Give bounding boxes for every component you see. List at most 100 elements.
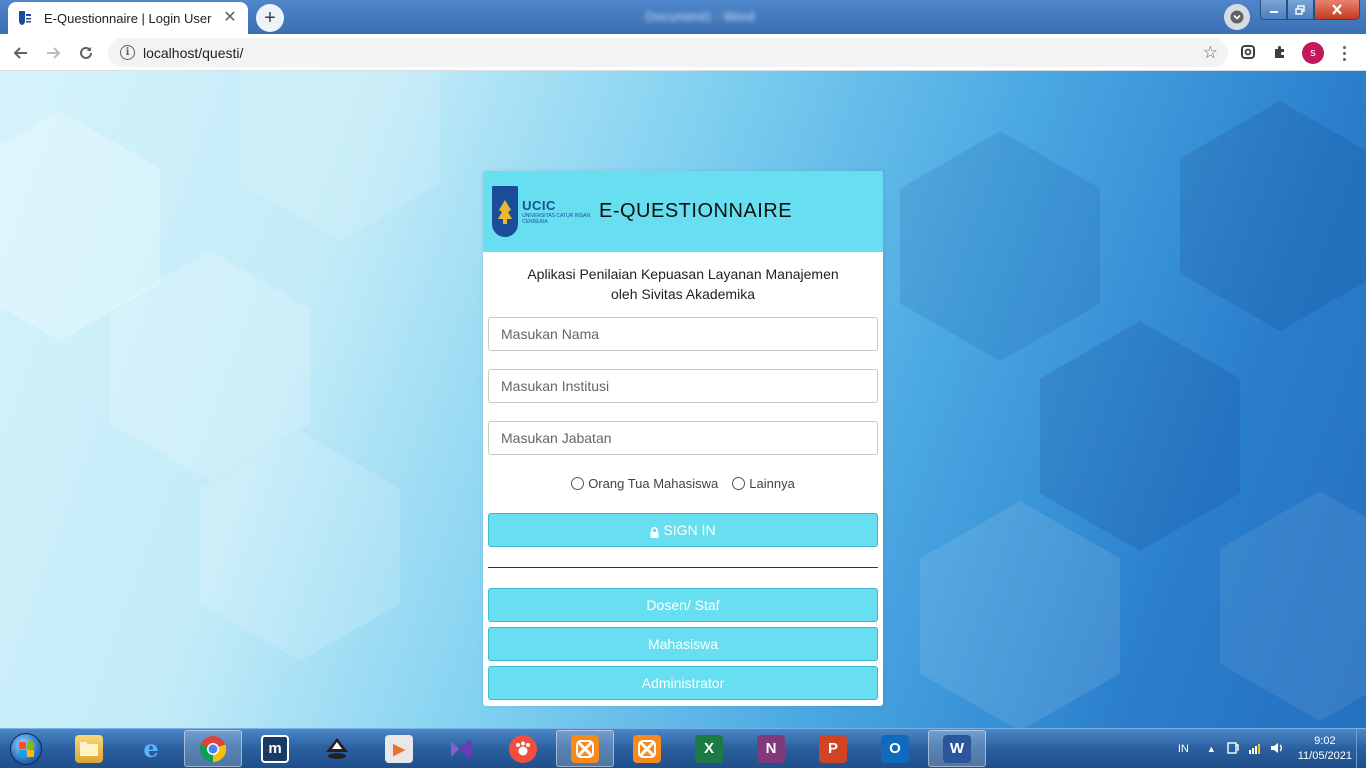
taskbar-xampp[interactable] <box>556 730 614 767</box>
reading-mode-icon[interactable] <box>1237 41 1259 63</box>
language-indicator[interactable]: IN <box>1178 743 1189 755</box>
sign-in-button[interactable]: SIGN IN <box>488 513 878 547</box>
divider <box>488 567 878 568</box>
media-player-icon: ▶ <box>385 734 413 763</box>
radio-orang-tua[interactable]: Orang Tua Mahasiswa <box>571 476 718 491</box>
system-tray: IN ▲ 9:02 11/05/2021 <box>1178 729 1352 768</box>
taskbar-outlook[interactable]: O <box>866 730 924 767</box>
show-desktop-button[interactable] <box>1356 729 1366 768</box>
tab-close-icon[interactable]: ✕ <box>222 10 238 26</box>
start-button[interactable] <box>4 731 48 767</box>
reload-icon[interactable] <box>73 40 99 66</box>
bg-hex-decoration <box>240 71 440 241</box>
taskbar-excel[interactable]: X <box>680 730 738 767</box>
bg-hex-decoration <box>1220 491 1366 721</box>
windows-taskbar: e m ▶ X N P O W IN ▲ 9:02 11/05/2021 <box>0 728 1366 768</box>
lock-icon <box>650 525 659 538</box>
login-card: UCIC UNIVERSITAS CATUR INSAN CENDEKIA E-… <box>483 171 883 706</box>
taskbar-onenote[interactable]: N <box>742 730 800 767</box>
chrome-icon <box>199 735 227 763</box>
site-info-icon[interactable]: i <box>120 45 135 60</box>
clock-date: 11/05/2021 <box>1297 750 1352 762</box>
window-title: Document1 - Word <box>645 9 755 24</box>
taskbar-file-explorer[interactable] <box>60 730 118 767</box>
institusi-input[interactable] <box>488 369 878 403</box>
visual-studio-icon <box>447 735 475 763</box>
folder-icon <box>75 734 103 763</box>
close-window-button[interactable] <box>1314 0 1360 20</box>
taskbar-chrome[interactable] <box>184 730 242 767</box>
window-controls <box>1260 0 1360 20</box>
app-subtitle: Aplikasi Penilaian Kepuasan Layanan Mana… <box>483 264 883 304</box>
action-center-icon[interactable] <box>1226 741 1240 758</box>
xampp-icon <box>633 734 661 763</box>
radio-lainnya[interactable]: Lainnya <box>732 476 795 491</box>
taskbar-paw-app[interactable] <box>494 730 552 767</box>
network-icon[interactable] <box>1248 741 1262 758</box>
browser-menu-icon[interactable] <box>1336 40 1352 66</box>
clock-time: 9:02 <box>1314 735 1336 747</box>
administrator-button[interactable]: Administrator <box>488 666 878 700</box>
subtitle-line-2: oleh Sivitas Akademika <box>611 286 755 302</box>
maxthon-icon: m <box>261 734 289 763</box>
onenote-icon: N <box>757 734 785 763</box>
taskbar-media-player[interactable]: ▶ <box>370 730 428 767</box>
taskbar-visual-studio[interactable] <box>432 730 490 767</box>
xampp-icon <box>571 734 599 763</box>
address-bar[interactable]: i localhost/questi/ ☆ <box>108 38 1228 67</box>
inkscape-icon <box>323 735 351 763</box>
word-icon: W <box>943 734 971 763</box>
taskbar-powerpoint[interactable]: P <box>804 730 862 767</box>
browser-tab-active[interactable]: E-Questionnaire | Login User ✕ <box>8 2 248 34</box>
bg-hex-decoration <box>1040 321 1240 551</box>
powerpoint-icon: P <box>819 734 847 763</box>
taskbar-internet-explorer[interactable]: e <box>122 730 180 767</box>
ucic-favicon-icon <box>18 10 34 26</box>
dosen-staf-button[interactable]: Dosen/ Staf <box>488 588 878 622</box>
excel-icon: X <box>695 734 723 763</box>
taskbar-inkscape[interactable] <box>308 730 366 767</box>
browser-title-bar: E-Questionnaire | Login User ✕ + Documen… <box>0 0 1366 34</box>
tray-overflow-icon[interactable]: ▲ <box>1207 744 1216 754</box>
bg-hex-decoration <box>920 501 1120 728</box>
radio-label: Lainnya <box>749 476 795 491</box>
windows-logo-icon <box>10 733 42 765</box>
extensions-puzzle-icon[interactable] <box>1269 41 1291 63</box>
url-text: localhost/questi/ <box>143 44 244 61</box>
forward-icon[interactable] <box>40 40 66 66</box>
bookmark-star-icon[interactable]: ☆ <box>1203 43 1218 63</box>
restore-button[interactable] <box>1287 0 1314 20</box>
page-background: UCIC UNIVERSITAS CATUR INSAN CENDEKIA E-… <box>0 71 1366 728</box>
taskbar-word[interactable]: W <box>928 730 986 767</box>
ucic-shield-icon <box>492 186 519 237</box>
outlook-icon: O <box>881 734 909 763</box>
profile-avatar[interactable]: s <box>1302 42 1324 64</box>
new-tab-button[interactable]: + <box>256 4 284 32</box>
paw-icon <box>509 734 537 763</box>
browser-toolbar: i localhost/questi/ ☆ s <box>0 34 1366 71</box>
page-title: E-QUESTIONNAIRE <box>599 200 793 222</box>
tab-search-dropdown-icon[interactable] <box>1224 4 1250 30</box>
internet-explorer-icon: e <box>143 734 159 763</box>
tab-title: E-Questionnaire | Login User <box>44 10 212 26</box>
role-radio-group: Orang Tua Mahasiswa Lainnya <box>483 476 883 491</box>
login-card-header: UCIC UNIVERSITAS CATUR INSAN CENDEKIA E-… <box>483 171 883 252</box>
back-icon[interactable] <box>8 40 34 66</box>
taskbar-clock[interactable]: 9:02 11/05/2021 <box>1298 734 1352 764</box>
taskbar-maxthon[interactable]: m <box>246 730 304 767</box>
nama-input[interactable] <box>488 317 878 351</box>
jabatan-input[interactable] <box>488 421 878 455</box>
subtitle-line-1: Aplikasi Penilaian Kepuasan Layanan Mana… <box>527 266 839 282</box>
ucic-logo: UCIC UNIVERSITAS CATUR INSAN CENDEKIA <box>492 186 597 237</box>
minimize-button[interactable] <box>1260 0 1287 20</box>
logo-subtext: UNIVERSITAS CATUR INSAN CENDEKIA <box>522 212 590 225</box>
radio-button[interactable] <box>732 477 746 490</box>
taskbar-xampp-2[interactable] <box>618 730 676 767</box>
radio-button[interactable] <box>571 477 585 490</box>
volume-icon[interactable] <box>1270 741 1284 758</box>
radio-label: Orang Tua Mahasiswa <box>588 476 719 491</box>
logo-wordmark: UCIC <box>522 197 556 213</box>
mahasiswa-button[interactable]: Mahasiswa <box>488 627 878 661</box>
bg-hex-decoration <box>1180 101 1366 331</box>
sign-in-label: SIGN IN <box>663 522 716 538</box>
